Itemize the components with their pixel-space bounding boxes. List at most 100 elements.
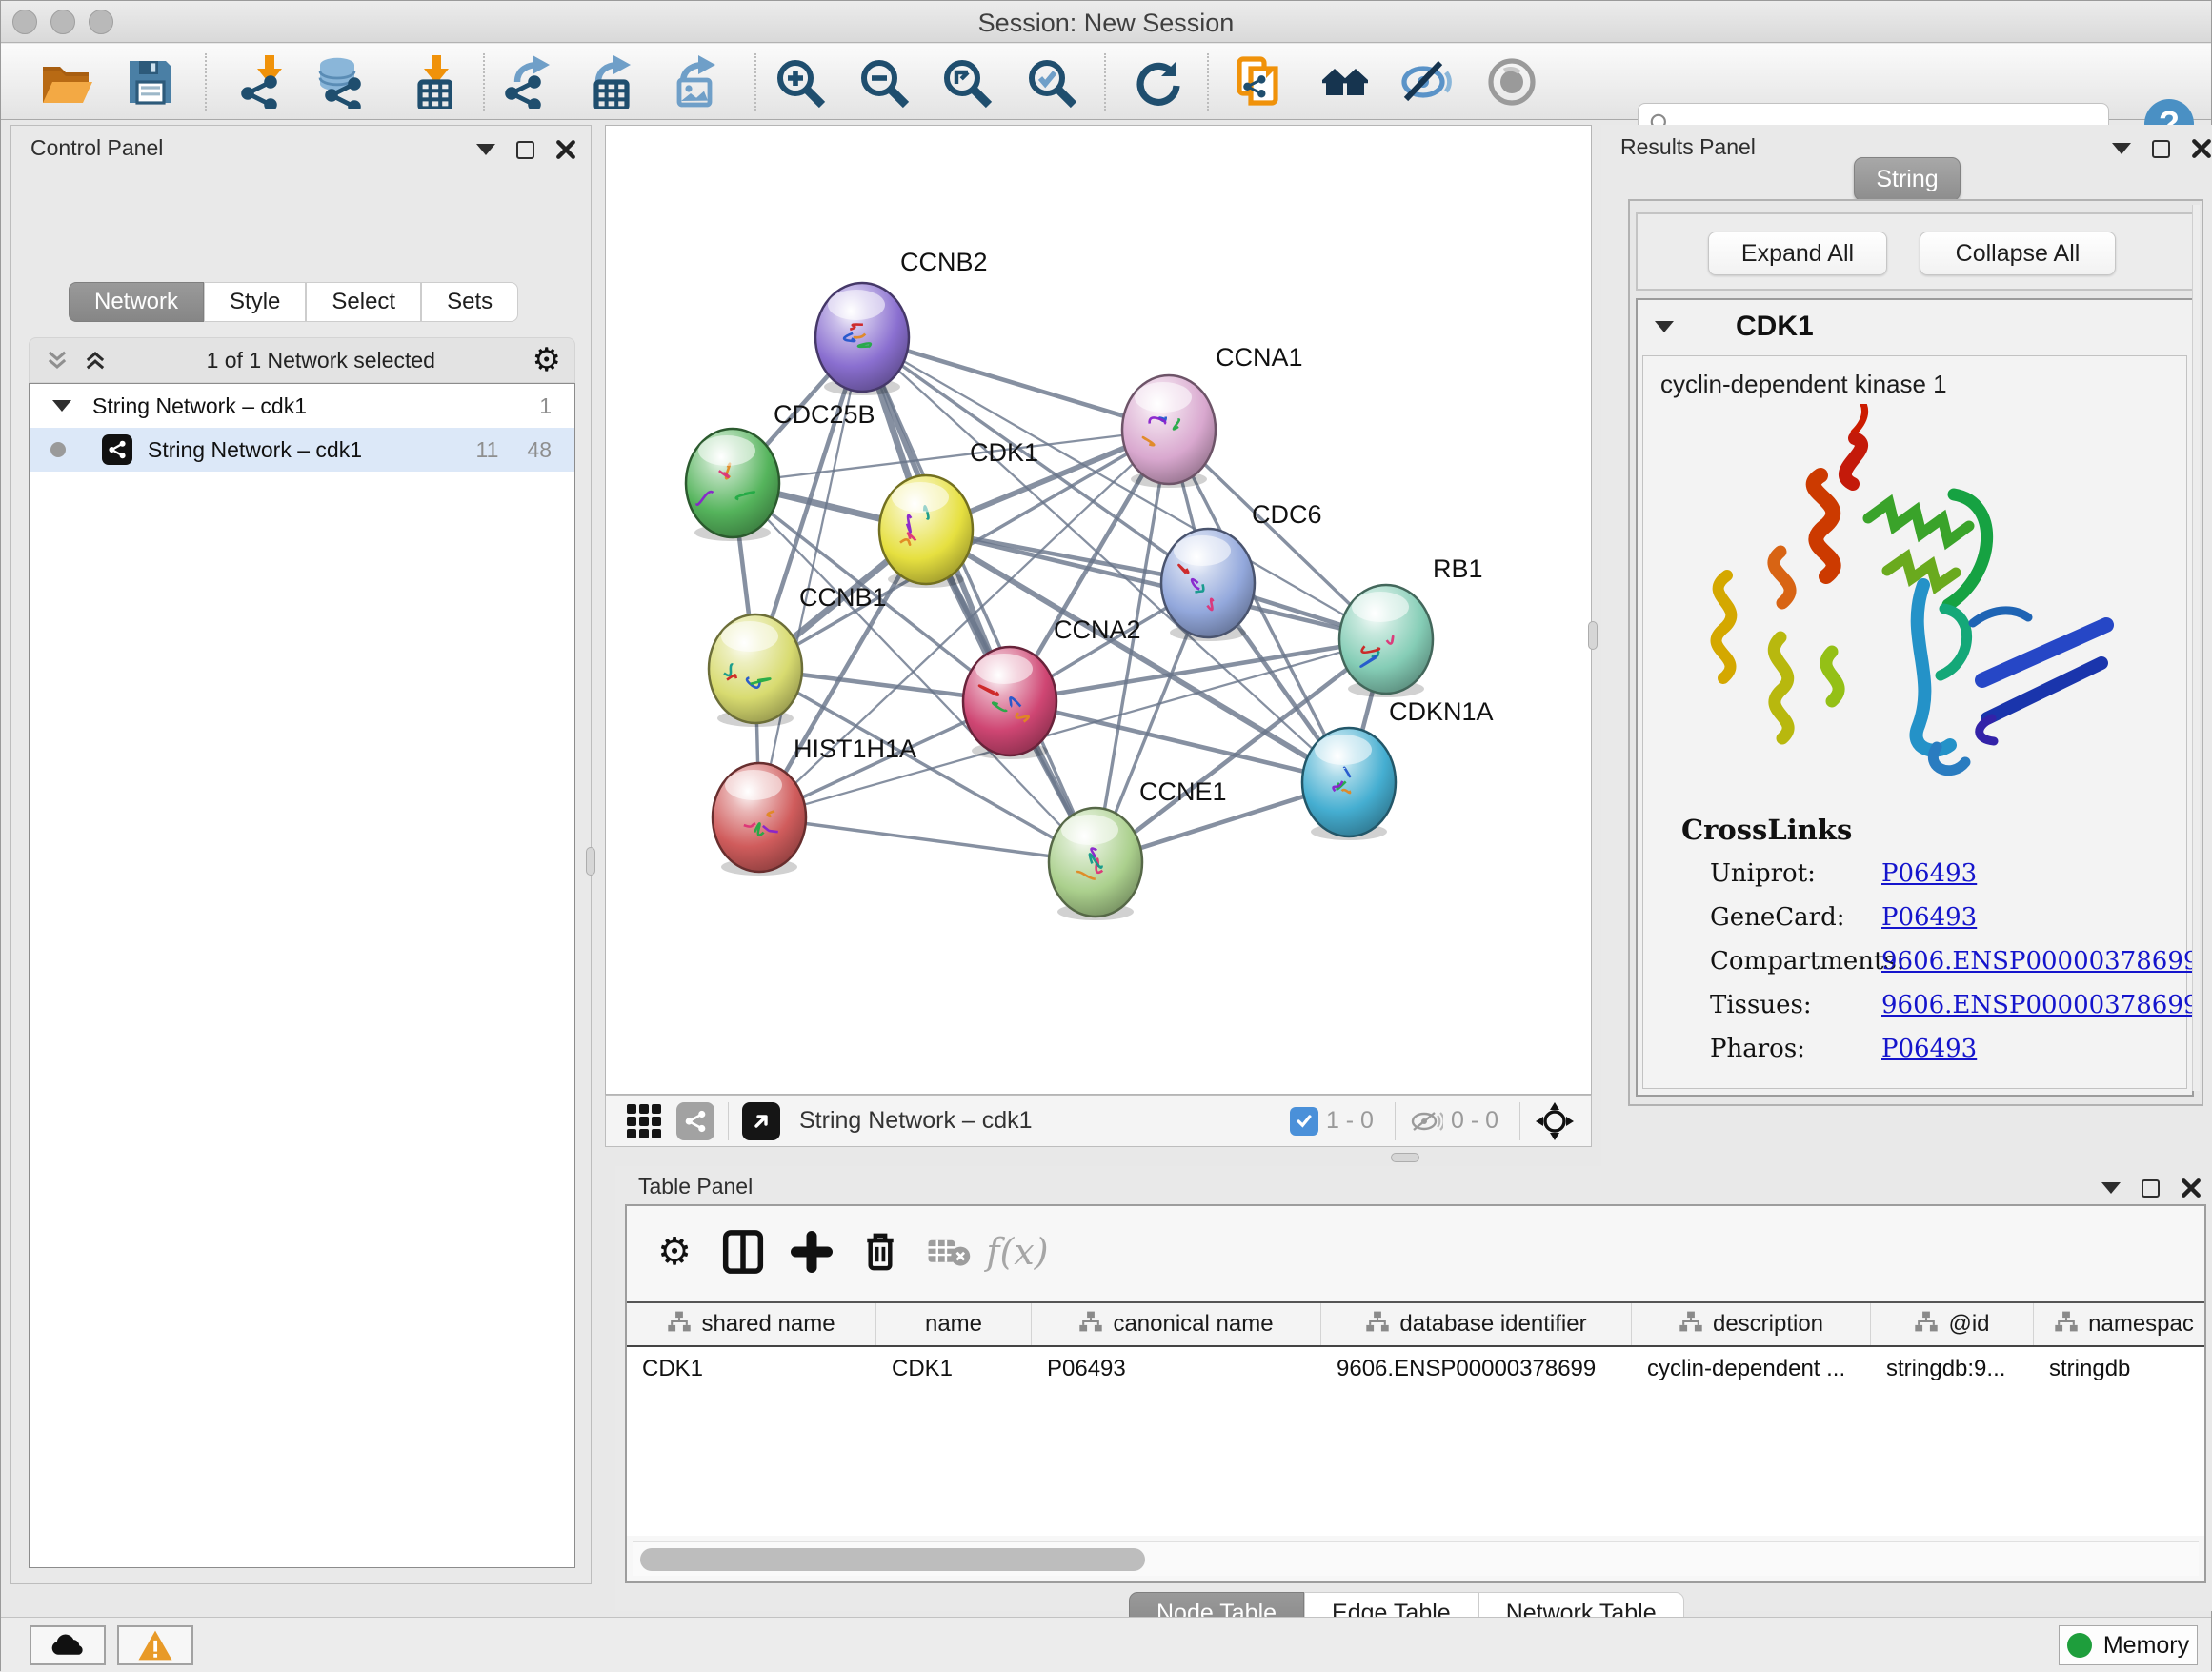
string-network-icon	[102, 434, 132, 465]
network-list-item[interactable]: String Network – cdk1 11 48	[30, 428, 574, 472]
export-image-icon[interactable]	[664, 55, 717, 109]
grid-view-icon[interactable]	[627, 1104, 661, 1138]
string-protein-query-icon[interactable]	[1234, 55, 1287, 109]
float-panel-icon[interactable]	[2142, 1179, 2160, 1198]
table-cell[interactable]: stringdb:9...	[1871, 1347, 2034, 1391]
scrollbar-thumb[interactable]	[640, 1548, 1145, 1571]
crosslink-link[interactable]: P06493	[1881, 859, 1977, 888]
table-horizontal-scrollbar[interactable]	[633, 1541, 2199, 1576]
crosslink-link[interactable]: P06493	[1881, 903, 1977, 932]
import-network-file-icon[interactable]	[232, 55, 286, 109]
add-column-icon[interactable]	[777, 1231, 846, 1273]
node-label-HIST1H1A: HIST1H1A	[794, 735, 916, 763]
collapse-all-icon[interactable]	[43, 347, 71, 373]
column-header-namespac[interactable]: namespac	[2034, 1303, 2204, 1345]
zoom-selected-icon[interactable]	[1024, 55, 1077, 109]
node-label-CDC6: CDC6	[1252, 500, 1322, 529]
tab-string[interactable]: String	[1854, 157, 1961, 201]
hide-selected-icon[interactable]	[1400, 55, 1454, 109]
collapse-section-icon[interactable]	[1655, 321, 1674, 332]
cloud-status-button[interactable]	[30, 1625, 106, 1665]
table-cell[interactable]: P06493	[1032, 1347, 1321, 1391]
node-label-CDKN1A: CDKN1A	[1389, 697, 1494, 726]
zoom-out-icon[interactable]	[856, 55, 910, 109]
panel-menu-icon[interactable]	[2112, 143, 2131, 154]
show-all-icon[interactable]	[1485, 55, 1538, 109]
hidden-node-edge-counts: 0 - 0	[1451, 1107, 1498, 1135]
tab-select[interactable]: Select	[306, 282, 421, 322]
node-CDKN1A[interactable]: CDKN1A	[1302, 697, 1494, 840]
save-session-icon[interactable]	[124, 55, 177, 109]
float-panel-icon[interactable]	[516, 141, 534, 159]
collection-expand-icon[interactable]	[52, 400, 71, 412]
table-options-gear-icon[interactable]: ⚙	[640, 1230, 709, 1274]
refresh-icon[interactable]	[1130, 55, 1183, 109]
left-splitter-handle[interactable]	[586, 847, 595, 876]
tab-sets[interactable]: Sets	[421, 282, 518, 322]
node-CCNE1[interactable]: CCNE1	[1049, 777, 1227, 920]
table-cell[interactable]: stringdb	[2034, 1347, 2204, 1391]
node-CCNA2[interactable]: CCNA2	[963, 615, 1141, 759]
close-panel-icon[interactable]	[2181, 1178, 2202, 1199]
node-CCNA1[interactable]: CCNA1	[1122, 343, 1303, 488]
edge-HIST1H1A-CCNE1[interactable]	[759, 817, 1096, 862]
float-panel-icon[interactable]	[2152, 140, 2170, 158]
column-header--id[interactable]: @id	[1871, 1303, 2034, 1345]
warnings-button[interactable]	[117, 1625, 193, 1665]
crosslink-link[interactable]: P06493	[1881, 1035, 1977, 1063]
crosslink-row: Tissues: 9606.ENSP00000378699	[1710, 991, 2167, 1019]
right-splitter-handle[interactable]	[1588, 621, 1598, 650]
export-table-icon[interactable]	[579, 55, 633, 109]
import-table-file-icon[interactable]	[399, 55, 452, 109]
close-panel-icon[interactable]	[2191, 138, 2212, 159]
network-canvas[interactable]: CCNB2CCNA1CDC25BCDK1CDC6RB1CCNB1CCNA2CDK…	[605, 125, 1592, 1095]
panel-menu-icon[interactable]	[2101, 1182, 2121, 1194]
main-toolbar: ?	[1, 44, 2211, 120]
tab-style[interactable]: Style	[204, 282, 306, 322]
column-header-shared-name[interactable]: shared name	[627, 1303, 876, 1345]
network-list-item[interactable]: String Network – cdk1 1	[30, 384, 574, 428]
expand-all-button[interactable]: Expand All	[1708, 232, 1887, 275]
expand-all-icon[interactable]	[81, 347, 110, 373]
show-columns-icon[interactable]	[709, 1229, 777, 1275]
results-scrollbar[interactable]	[2192, 205, 2200, 1091]
node-label-CDC25B: CDC25B	[774, 400, 875, 429]
column-header-name[interactable]: name	[876, 1303, 1032, 1345]
table-cell[interactable]: CDK1	[876, 1347, 1032, 1391]
application-window: Session: New Session ? Control Panel Net…	[0, 0, 2212, 1671]
bottom-splitter-handle[interactable]	[1391, 1153, 1419, 1162]
zoom-in-icon[interactable]	[773, 55, 826, 109]
column-header-description[interactable]: description	[1632, 1303, 1871, 1345]
open-file-icon[interactable]	[39, 55, 92, 109]
crosslink-link[interactable]: 9606.ENSP00000378699	[1881, 947, 2199, 976]
column-header-database-identifier[interactable]: database identifier	[1321, 1303, 1632, 1345]
node-HIST1H1A[interactable]: HIST1H1A	[713, 735, 916, 876]
delete-column-trash-icon[interactable]	[846, 1229, 915, 1275]
edge-CCNB2-CCNE1[interactable]	[862, 337, 1096, 862]
fit-content-crosshair-icon[interactable]	[1534, 1100, 1576, 1142]
table-cell[interactable]: CDK1	[627, 1347, 876, 1391]
gene-section-header[interactable]: CDK1	[1638, 300, 2192, 353]
collapse-all-button[interactable]: Collapse All	[1920, 232, 2116, 275]
close-panel-icon[interactable]	[555, 139, 576, 160]
crosslink-link[interactable]: 9606.ENSP00000378699	[1881, 991, 2199, 1019]
table-cell[interactable]: cyclin-dependent ...	[1632, 1347, 1871, 1391]
network-thumbnail-icon[interactable]	[676, 1102, 714, 1140]
zoom-fit-icon[interactable]	[939, 55, 993, 109]
panel-menu-icon[interactable]	[476, 144, 495, 155]
status-bar: Memory	[1, 1617, 2211, 1672]
string-home-icon[interactable]	[1318, 55, 1372, 109]
import-network-database-icon[interactable]	[312, 55, 366, 109]
table-row[interactable]: CDK1CDK1P064939606.ENSP00000378699cyclin…	[627, 1347, 2204, 1391]
node-RB1[interactable]: RB1	[1339, 554, 1483, 697]
node-CCNB1[interactable]: CCNB1	[709, 583, 887, 727]
birdseye-view-icon[interactable]	[742, 1102, 780, 1140]
column-header-canonical-name[interactable]: canonical name	[1032, 1303, 1321, 1345]
selected-items-checkbox-icon[interactable]	[1290, 1107, 1318, 1136]
tab-network[interactable]: Network	[69, 282, 204, 322]
memory-button[interactable]: Memory	[2059, 1625, 2198, 1665]
export-network-icon[interactable]	[498, 55, 552, 109]
network-options-gear-icon[interactable]: ⚙	[533, 341, 561, 379]
table-cell[interactable]: 9606.ENSP00000378699	[1321, 1347, 1632, 1391]
window-title: Session: New Session	[1, 9, 2211, 38]
